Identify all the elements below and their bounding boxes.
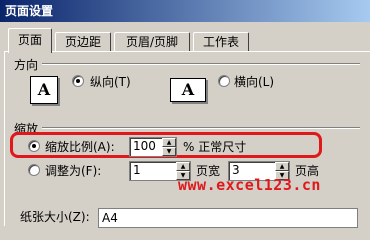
adjust-to-label: 缩放比例(A): bbox=[45, 140, 115, 154]
tab-label: 页眉/页脚 bbox=[125, 35, 179, 49]
fit-to-radio[interactable] bbox=[28, 164, 40, 176]
portrait-label: 纵向(T) bbox=[90, 75, 131, 89]
tab-sheet[interactable]: 工作表 bbox=[193, 32, 249, 52]
fit-wide-value: 1 bbox=[133, 163, 141, 177]
percent-normal-size-label: % 正常尺寸 bbox=[183, 140, 247, 154]
portrait-page-icon: A bbox=[30, 76, 58, 104]
spinner-buttons: ▲ ▼ bbox=[162, 138, 176, 156]
fit-tall-value: 3 bbox=[232, 163, 240, 177]
spin-up-icon[interactable]: ▲ bbox=[176, 162, 190, 171]
icon-letter: A bbox=[37, 80, 51, 99]
paper-size-value: A4 bbox=[102, 211, 118, 225]
landscape-radio[interactable] bbox=[218, 75, 230, 87]
tab-margins[interactable]: 页边距 bbox=[55, 32, 111, 52]
tab-label: 页边距 bbox=[64, 35, 101, 49]
tab-header-footer[interactable]: 页眉/页脚 bbox=[114, 32, 190, 52]
landscape-label: 横向(L) bbox=[234, 75, 275, 89]
watermark-text: www.excel123.cn bbox=[178, 176, 321, 194]
paper-size-label: 纸张大小(Z): bbox=[20, 210, 90, 224]
paper-size-select[interactable]: A4 bbox=[98, 208, 358, 228]
scale-percent-spinner[interactable]: 100 ▲ ▼ bbox=[129, 137, 177, 157]
tab-label: 页面 bbox=[17, 33, 42, 47]
dialog-title: 页面设置 bbox=[5, 4, 54, 18]
icon-letter: A bbox=[181, 80, 195, 99]
landscape-page-icon: A bbox=[170, 78, 206, 102]
spin-down-icon[interactable]: ▼ bbox=[162, 147, 176, 156]
spin-up-icon[interactable]: ▲ bbox=[162, 138, 176, 147]
spin-up-icon[interactable]: ▲ bbox=[275, 162, 289, 171]
orientation-group-label: 方向 bbox=[14, 58, 39, 72]
fit-to-label: 调整为(F): bbox=[45, 164, 102, 178]
scaling-divider bbox=[42, 127, 360, 129]
portrait-radio[interactable] bbox=[72, 75, 84, 87]
tab-page[interactable]: 页面 bbox=[8, 28, 52, 53]
tab-label: 工作表 bbox=[202, 35, 239, 49]
scale-percent-value: 100 bbox=[133, 139, 156, 153]
orientation-divider bbox=[42, 63, 360, 65]
dialog-title-bar: 页面设置 bbox=[0, 0, 370, 22]
adjust-to-radio[interactable] bbox=[28, 140, 40, 152]
